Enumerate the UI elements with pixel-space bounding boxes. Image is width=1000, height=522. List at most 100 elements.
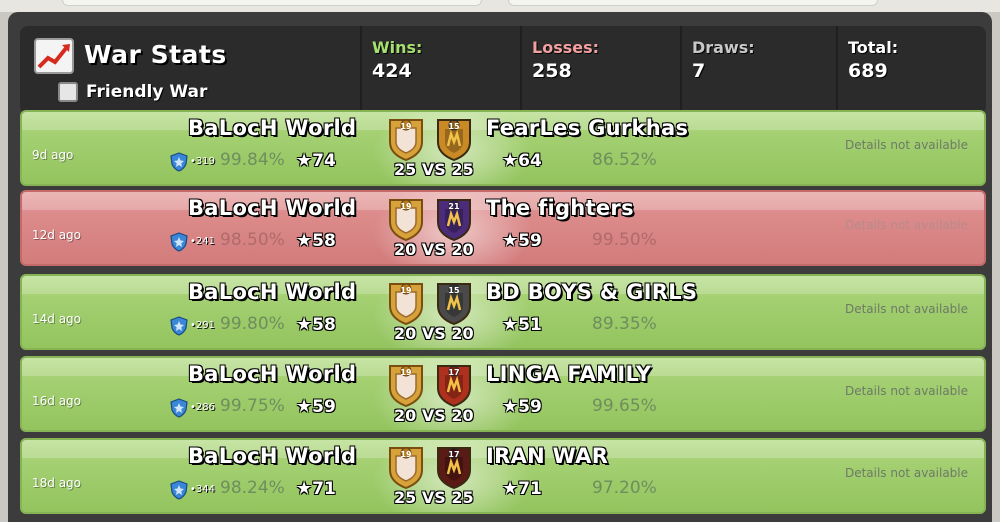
- friendly-war-checkbox[interactable]: [58, 82, 78, 102]
- home-stars: ★58: [296, 230, 336, 251]
- opponent-clan-name: LINGA FAMILY: [486, 362, 652, 386]
- badge-level: 19: [400, 450, 412, 459]
- details-status: Details not available: [844, 466, 968, 480]
- war-log-row[interactable]: 14d ago BaLocH World 19 15 20 VS 20 BD B…: [20, 274, 986, 350]
- trophy-value: 319: [195, 156, 215, 167]
- badge-level: 19: [400, 368, 412, 377]
- stat-wins: Wins: 424: [360, 26, 520, 114]
- star-icon: ★: [296, 478, 313, 499]
- badge-level: 19: [400, 202, 412, 211]
- shield-trophy-icon: [170, 480, 188, 500]
- home-clan-name: BaLocH World: [188, 280, 357, 304]
- clan-badge-icon[interactable]: 19: [386, 362, 426, 408]
- home-destruction-percent: 98.50%: [220, 230, 285, 250]
- clan-badge-icon[interactable]: 17: [434, 444, 474, 490]
- war-log-row[interactable]: 9d ago BaLocH World 19 15 25 VS 25 FearL…: [20, 110, 986, 186]
- home-destruction-percent: 98.24%: [220, 478, 285, 498]
- clan-badge-icon[interactable]: 19: [386, 116, 426, 162]
- stat-draws: Draws: 7: [680, 26, 836, 114]
- clan-badge-icon[interactable]: 19: [386, 444, 426, 490]
- trophy-count: •319: [190, 156, 215, 167]
- home-destruction-percent: 99.75%: [220, 396, 285, 416]
- shield-trophy-icon: [170, 316, 188, 336]
- trophy-value: 241: [195, 236, 215, 247]
- stat-losses: Losses: 258: [520, 26, 680, 114]
- opponent-stars: ★71: [502, 478, 542, 499]
- home-star-count: 58: [312, 315, 336, 335]
- opponent-clan-name: BD BOYS & GIRLS: [486, 280, 698, 304]
- war-stats-header: War Stats Friendly War Wins: 424 Losses:…: [20, 26, 986, 114]
- war-time-ago: 9d ago: [32, 148, 74, 162]
- opponent-star-count: 59: [518, 231, 542, 251]
- opponent-destruction-percent: 86.52%: [592, 150, 657, 170]
- trophy-value: 344: [195, 484, 215, 495]
- home-destruction-percent: 99.84%: [220, 150, 285, 170]
- clan-badge-icon[interactable]: 19: [386, 280, 426, 326]
- war-time-ago: 18d ago: [32, 476, 82, 490]
- badge-level: 19: [400, 286, 412, 295]
- home-clan-name: BaLocH World: [188, 196, 357, 220]
- friendly-war-label: Friendly War: [86, 82, 208, 102]
- star-icon: ★: [502, 314, 519, 335]
- trophy-value: 291: [195, 320, 215, 331]
- stat-value: 689: [848, 60, 888, 82]
- trophy-count: •344: [190, 484, 215, 495]
- home-clan-name: BaLocH World: [188, 362, 357, 386]
- top-strip: [0, 0, 1000, 12]
- home-stars: ★58: [296, 314, 336, 335]
- title-cell: War Stats Friendly War: [20, 26, 360, 114]
- star-icon: ★: [296, 396, 313, 417]
- clan-badge-icon[interactable]: 17: [434, 362, 474, 408]
- opponent-star-count: 71: [518, 479, 542, 499]
- war-size: 20 VS 20: [394, 406, 474, 425]
- home-clan-name: BaLocH World: [188, 444, 357, 468]
- opponent-destruction-percent: 89.35%: [592, 314, 657, 334]
- opponent-clan-name: FearLes Gurkhas: [486, 116, 689, 140]
- shield-trophy-icon: [170, 398, 188, 418]
- war-size: 20 VS 20: [394, 240, 474, 259]
- stat-label: Draws:: [692, 38, 755, 57]
- war-size: 25 VS 25: [394, 488, 474, 507]
- stat-value: 424: [372, 60, 412, 82]
- stat-value: 7: [692, 60, 706, 82]
- war-log-row[interactable]: 16d ago BaLocH World 19 17 20 VS 20 LING…: [20, 356, 986, 432]
- war-log-row[interactable]: 18d ago BaLocH World 19 17 25 VS 25 IRAN…: [20, 438, 986, 514]
- trophy-count: •291: [190, 320, 215, 331]
- clan-badge-icon[interactable]: 15: [434, 116, 474, 162]
- war-size: 25 VS 25: [394, 160, 474, 179]
- home-destruction-percent: 99.80%: [220, 314, 285, 334]
- home-stars: ★59: [296, 396, 336, 417]
- home-stars: ★74: [296, 150, 336, 171]
- opponent-star-count: 59: [518, 397, 542, 417]
- badge-level: 17: [448, 368, 460, 377]
- star-icon: ★: [502, 396, 519, 417]
- top-tab-left[interactable]: [62, 0, 482, 6]
- star-icon: ★: [296, 150, 313, 171]
- shield-trophy-icon: [170, 152, 188, 172]
- clan-badge-icon[interactable]: 19: [386, 196, 426, 242]
- home-star-count: 58: [312, 231, 336, 251]
- clan-badge-icon[interactable]: 21: [434, 196, 474, 242]
- stat-label: Wins:: [372, 38, 423, 57]
- stat-label: Losses:: [532, 38, 600, 57]
- opponent-destruction-percent: 99.50%: [592, 230, 657, 250]
- opponent-star-count: 51: [518, 315, 542, 335]
- opponent-destruction-percent: 99.65%: [592, 396, 657, 416]
- war-log-panel: War Stats Friendly War Wins: 424 Losses:…: [8, 12, 992, 522]
- trophy-value: 286: [195, 402, 215, 413]
- details-status: Details not available: [844, 138, 968, 152]
- star-icon: ★: [296, 314, 313, 335]
- home-star-count: 59: [312, 397, 336, 417]
- opponent-star-count: 64: [518, 151, 542, 171]
- top-tab-right[interactable]: [508, 0, 878, 6]
- opponent-stars: ★59: [502, 396, 542, 417]
- opponent-destruction-percent: 97.20%: [592, 478, 657, 498]
- badge-level: 21: [448, 202, 460, 211]
- details-status: Details not available: [844, 218, 968, 232]
- opponent-stars: ★51: [502, 314, 542, 335]
- star-icon: ★: [502, 150, 519, 171]
- trophy-count: •286: [190, 402, 215, 413]
- war-log-row[interactable]: 12d ago BaLocH World 19 21 20 VS 20 The …: [20, 190, 986, 266]
- clan-badge-icon[interactable]: 15: [434, 280, 474, 326]
- opponent-clan-name: IRAN WAR: [486, 444, 609, 468]
